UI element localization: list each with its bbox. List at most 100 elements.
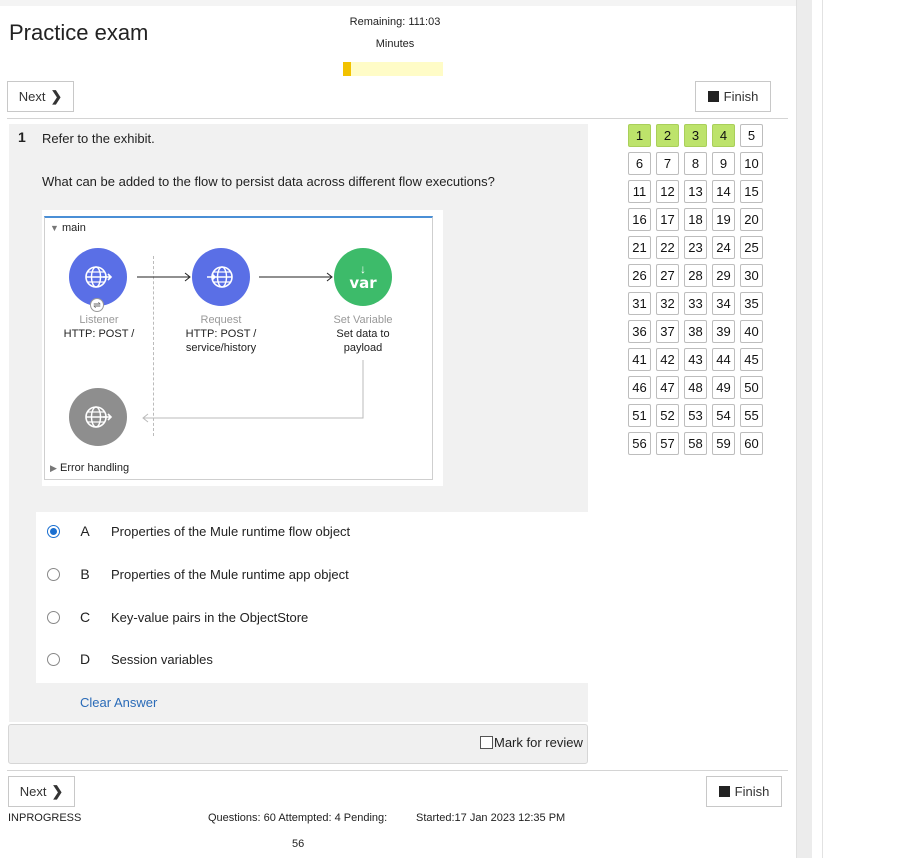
error-handling-header: ▶ Error handling [50,462,129,474]
radio-b[interactable] [47,568,60,581]
next-label: Next [18,89,46,104]
question-nav-15[interactable]: 15 [740,180,763,203]
question-nav-44[interactable]: 44 [712,348,735,371]
question-nav-48[interactable]: 48 [684,376,707,399]
question-nav-16[interactable]: 16 [628,208,651,231]
stop-square-icon [718,786,730,797]
finish-button-bottom[interactable]: Finish [706,776,782,807]
question-nav-57[interactable]: 57 [656,432,679,455]
question-nav-6[interactable]: 6 [628,152,651,175]
flow-canvas: ▼ main ⇌ Listener HTTP: POST / Request H… [44,216,433,480]
question-nav-27[interactable]: 27 [656,264,679,287]
question-nav-37[interactable]: 37 [656,320,679,343]
question-nav-47[interactable]: 47 [656,376,679,399]
listener-config: HTTP: POST / [63,328,135,340]
question-nav-26[interactable]: 26 [628,264,651,287]
question-nav-41[interactable]: 41 [628,348,651,371]
connector-badge-icon: ⇌ [90,298,104,312]
question-nav-29[interactable]: 29 [712,264,735,287]
flow-name: main [61,222,86,234]
radio-d[interactable] [47,653,60,666]
clear-answer-link[interactable]: Clear Answer [80,695,157,710]
question-nav-24[interactable]: 24 [712,236,735,259]
caret-down-icon: ▼ [50,223,59,233]
question-nav-14[interactable]: 14 [712,180,735,203]
time-remaining: Remaining: 111:03 [349,16,441,28]
question-nav-23[interactable]: 23 [684,236,707,259]
question-nav-2[interactable]: 2 [656,124,679,147]
question-nav-5[interactable]: 5 [740,124,763,147]
question-nav-51[interactable]: 51 [628,404,651,427]
question-nav-53[interactable]: 53 [684,404,707,427]
question-nav-46[interactable]: 46 [628,376,651,399]
divider [822,0,823,858]
radio-c[interactable] [47,611,60,624]
top-strip [0,0,796,6]
question-nav-36[interactable]: 36 [628,320,651,343]
next-button-top[interactable]: Next ❯ [7,81,74,112]
finish-label: Finish [723,89,759,104]
next-button-bottom[interactable]: Next ❯ [8,776,75,807]
question-nav-39[interactable]: 39 [712,320,735,343]
question-nav-17[interactable]: 17 [656,208,679,231]
time-unit: Minutes [375,38,415,50]
question-nav-10[interactable]: 10 [740,152,763,175]
option-text: Key-value pairs in the ObjectStore [111,610,309,625]
question-nav-38[interactable]: 38 [684,320,707,343]
chevron-right-icon: ❯ [51,783,64,799]
time-progress-bar [343,62,443,76]
question-nav-49[interactable]: 49 [712,376,735,399]
return-arrow-icon [142,360,364,423]
question-nav-55[interactable]: 55 [740,404,763,427]
question-nav-45[interactable]: 45 [740,348,763,371]
review-checkbox[interactable] [480,736,493,749]
question-nav-42[interactable]: 42 [656,348,679,371]
question-nav-13[interactable]: 13 [684,180,707,203]
started-time: Started:17 Jan 2023 12:35 PM [416,812,566,824]
mark-for-review[interactable]: Mark for review [480,735,583,750]
question-nav-8[interactable]: 8 [684,152,707,175]
question-nav-40[interactable]: 40 [740,320,763,343]
question-number: 1 [18,129,26,145]
exam-status: INPROGRESS [8,812,82,824]
question-nav-58[interactable]: 58 [684,432,707,455]
globe-icon [85,406,113,428]
scrollbar[interactable] [796,0,812,858]
question-nav-33[interactable]: 33 [684,292,707,315]
question-nav-11[interactable]: 11 [628,180,651,203]
listener-label: Listener [79,314,119,326]
question-nav-28[interactable]: 28 [684,264,707,287]
page-title: Practice exam [9,20,149,45]
question-nav-7[interactable]: 7 [656,152,679,175]
question-nav-52[interactable]: 52 [656,404,679,427]
question-nav-1[interactable]: 1 [628,124,651,147]
question-nav-50[interactable]: 50 [740,376,763,399]
set-variable-node: ↓ var [334,248,392,306]
question-nav-19[interactable]: 19 [712,208,735,231]
question-nav-30[interactable]: 30 [740,264,763,287]
pending-count: 56 [292,838,305,850]
setvar-label: Set Variable [333,314,393,326]
question-nav-34[interactable]: 34 [712,292,735,315]
question-nav-22[interactable]: 22 [656,236,679,259]
radio-a[interactable] [47,525,60,538]
finish-button-top[interactable]: Finish [695,81,771,112]
question-nav-25[interactable]: 25 [740,236,763,259]
question-nav-32[interactable]: 32 [656,292,679,315]
question-nav-3[interactable]: 3 [684,124,707,147]
question-nav-18[interactable]: 18 [684,208,707,231]
question-nav-54[interactable]: 54 [712,404,735,427]
question-nav-9[interactable]: 9 [712,152,735,175]
question-nav-12[interactable]: 12 [656,180,679,203]
question-nav-4[interactable]: 4 [712,124,735,147]
question-nav-20[interactable]: 20 [740,208,763,231]
question-nav-59[interactable]: 59 [712,432,735,455]
error-handling-label: Error handling [59,462,130,474]
question-nav-31[interactable]: 31 [628,292,651,315]
question-nav-56[interactable]: 56 [628,432,651,455]
request-config-2: service/history [185,342,257,354]
question-nav-35[interactable]: 35 [740,292,763,315]
question-nav-21[interactable]: 21 [628,236,651,259]
question-nav-60[interactable]: 60 [740,432,763,455]
question-nav-43[interactable]: 43 [684,348,707,371]
